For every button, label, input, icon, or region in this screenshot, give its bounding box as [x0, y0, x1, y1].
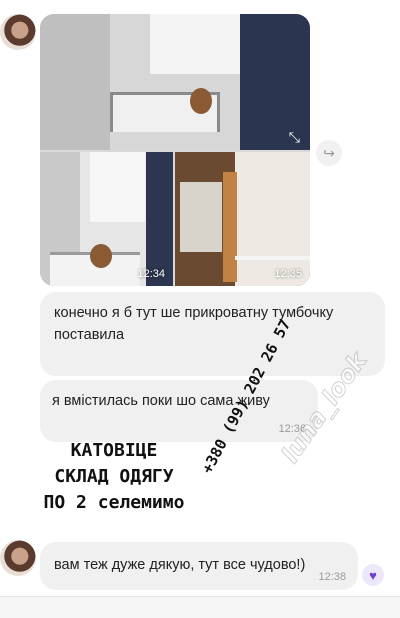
- forward-icon[interactable]: ↪: [316, 140, 342, 166]
- promo-line-3: ПО 2 селемимо: [43, 492, 185, 513]
- sender-avatar[interactable]: [0, 14, 36, 50]
- photo-bedroom-wide[interactable]: ⤡: [40, 14, 310, 150]
- message-text: вам теж дуже дякую, тут все чудово!): [54, 557, 306, 573]
- heart-reaction-icon[interactable]: ♥: [362, 564, 384, 586]
- composer-bar: [0, 596, 400, 618]
- message-bubble[interactable]: конечно я б тут ше прикроватну тумбочку …: [40, 292, 385, 376]
- collapse-arrows-icon[interactable]: ⤡: [289, 129, 300, 146]
- sender-avatar[interactable]: [0, 540, 36, 576]
- message-time: 12:38: [318, 571, 346, 583]
- photo-time: 12:35: [274, 268, 302, 280]
- message-bubble[interactable]: я вмістилась поки шо сама живу 12:36: [40, 380, 318, 442]
- promo-line-2: СКЛАД ОДЯГУ: [54, 466, 174, 487]
- message-bubble[interactable]: вам теж дуже дякую, тут все чудово!) 12:…: [40, 542, 358, 590]
- photo-hallway[interactable]: 12:35: [175, 152, 310, 286]
- photo-album[interactable]: ⤡ 12:34 12:35: [40, 14, 310, 286]
- chat-screen: ⤡ 12:34 12:35 ↪ конечно я б тут ше прикр…: [0, 0, 400, 618]
- photo-bedroom-bed[interactable]: 12:34: [40, 152, 173, 286]
- promo-line-1: КАТОВІЦЕ: [70, 440, 158, 461]
- photo-time: 12:34: [137, 268, 165, 280]
- promo-overlay-text: КАТОВІЦЕ СКЛАД ОДЯГУ ПО 2 селемимо: [14, 438, 214, 516]
